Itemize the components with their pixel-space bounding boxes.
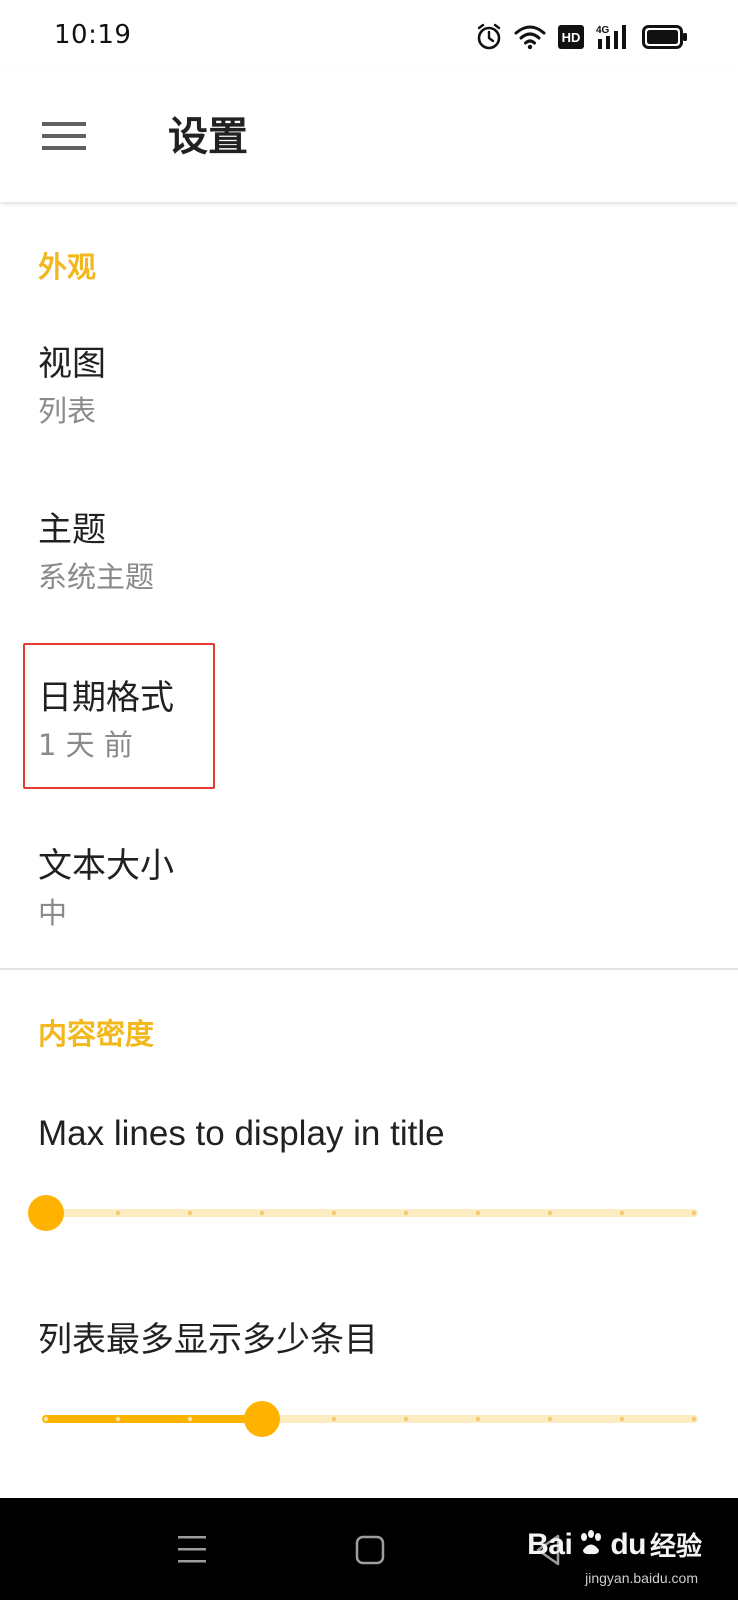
system-nav-bar: Bai du 经验 jingyan.baidu.com: [0, 1498, 738, 1600]
home-square-icon[interactable]: [348, 1528, 392, 1572]
slider-tick: [691, 1210, 697, 1216]
slider-tick: [619, 1210, 625, 1216]
pref-item-text-size[interactable]: 文本大小 中: [0, 832, 738, 972]
pref-title: 视图: [38, 344, 106, 384]
slider-thumb[interactable]: [28, 1195, 64, 1231]
pref-item-date-format[interactable]: 日期格式 1 天 前: [0, 664, 738, 794]
section-header-appearance: 外观: [38, 250, 97, 284]
slider-tick: [475, 1416, 481, 1422]
pref-item-theme[interactable]: 主题 系统主题: [0, 496, 738, 656]
slider-thumb[interactable]: [244, 1401, 280, 1437]
slider-tick: [691, 1416, 697, 1422]
alarm-icon: [476, 23, 502, 51]
status-bar: 10:19 HD 4G: [0, 0, 738, 72]
slider-tick: [547, 1416, 553, 1422]
slider-tick: [259, 1210, 265, 1216]
watermark-cn: 经验: [649, 1532, 702, 1562]
watermark-brand: Bai: [527, 1527, 573, 1561]
slider-tick: [331, 1210, 337, 1216]
svg-text:HD: HD: [562, 30, 581, 45]
signal-4g-icon: 4G: [596, 23, 630, 51]
watermark-url: jingyan.baidu.com: [585, 1570, 698, 1586]
slider-svg: [28, 1195, 698, 1231]
hd-icon: HD: [558, 25, 584, 49]
slider-title-max-lines: Max lines to display in title: [38, 1114, 445, 1153]
wifi-icon: [514, 24, 546, 50]
pref-item-view[interactable]: 视图 列表: [0, 330, 738, 490]
pref-summary: 系统主题: [38, 560, 155, 594]
slider-tick: [403, 1416, 409, 1422]
watermark-brand-suffix: du: [610, 1527, 646, 1561]
slider-tick: [187, 1416, 193, 1422]
svg-text:4G: 4G: [596, 25, 610, 36]
paw-icon: [576, 1528, 606, 1562]
slider-tick: [547, 1210, 553, 1216]
section-divider: [0, 968, 738, 970]
hamburger-menu-icon[interactable]: [38, 114, 90, 158]
slider-tick: [43, 1416, 49, 1422]
slider-tick: [331, 1416, 337, 1422]
pref-summary: 1 天 前: [38, 728, 133, 762]
baidu-watermark: Bai du 经验: [527, 1526, 702, 1563]
recents-menu-icon[interactable]: [170, 1528, 214, 1572]
slider-tick: [187, 1210, 193, 1216]
pref-title: 文本大小: [38, 846, 174, 886]
slider-tick: [115, 1210, 121, 1216]
pref-title: 主题: [38, 510, 106, 550]
app-bar: 设置: [0, 72, 738, 202]
slider-svg: [42, 1401, 698, 1437]
slider-max-lines[interactable]: [26, 1188, 716, 1238]
section-header-content-density: 内容密度: [38, 1017, 155, 1051]
pref-title: 日期格式: [38, 678, 174, 718]
slider-tick: [115, 1416, 121, 1422]
pref-summary: 列表: [38, 394, 97, 428]
slider-list-items[interactable]: [26, 1394, 716, 1444]
pref-summary: 中: [38, 896, 68, 930]
slider-title-list-items: 列表最多显示多少条目: [38, 1320, 378, 1360]
slider-tick: [475, 1210, 481, 1216]
status-time: 10:19: [54, 20, 132, 50]
page-title: 设置: [168, 114, 248, 160]
slider-tick: [403, 1210, 409, 1216]
status-icons: HD 4G: [476, 20, 688, 54]
slider-tick: [619, 1416, 625, 1422]
battery-icon: [642, 25, 688, 49]
